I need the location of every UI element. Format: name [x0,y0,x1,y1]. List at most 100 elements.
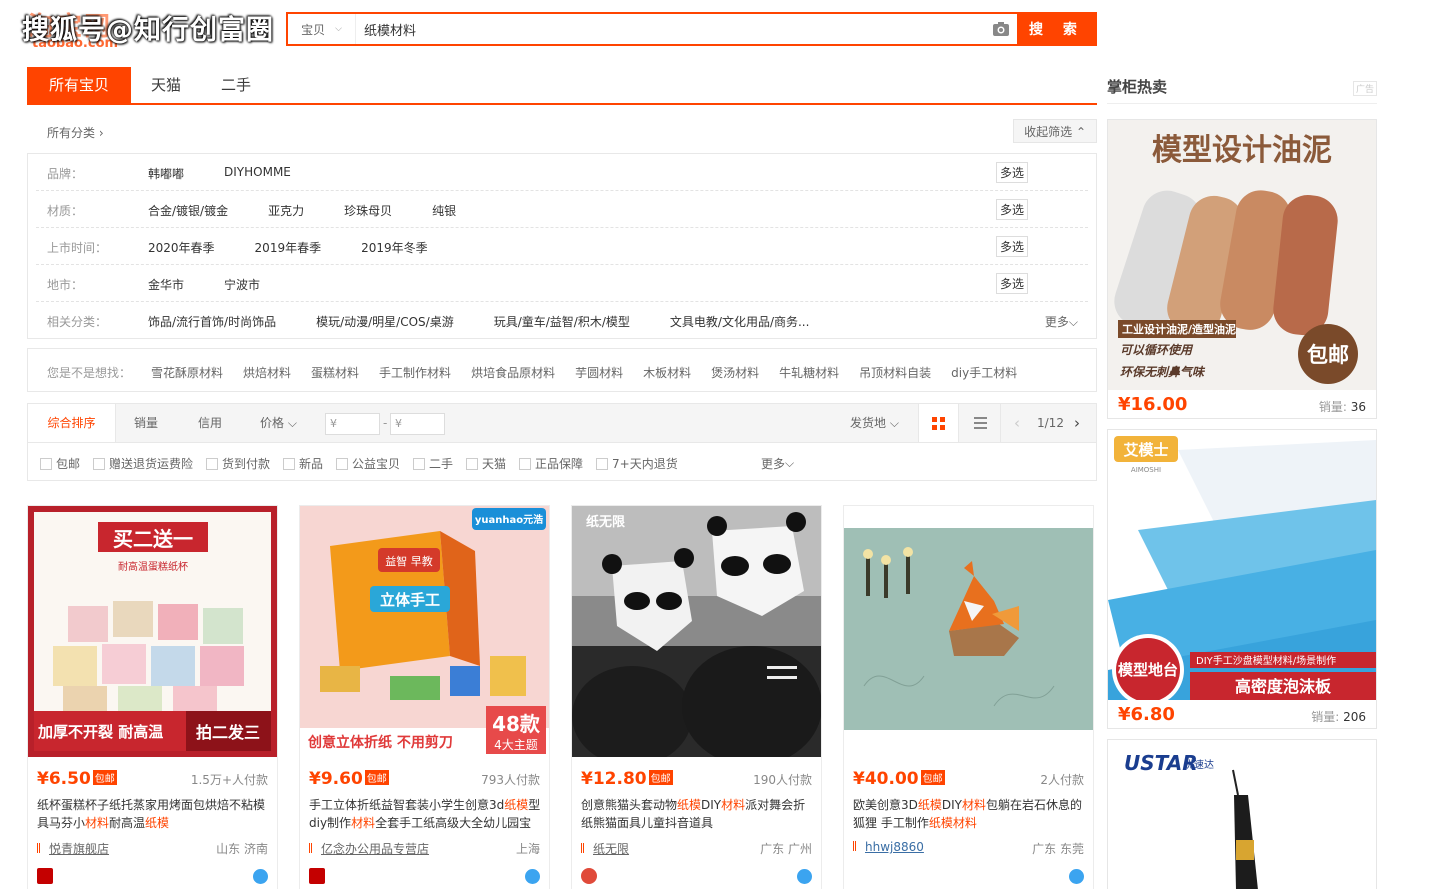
filter-option[interactable]: 韩嘟嘟 [148,165,184,182]
prev-page-icon[interactable]: ‹ [1014,404,1020,442]
filter-option[interactable]: 宁波市 [224,276,260,293]
sort-sales[interactable]: 销量 [134,404,158,442]
price-min-input[interactable]: ¥ [325,413,380,435]
chevron-down-icon: ⌵ [335,24,342,34]
filter-checkbox[interactable]: 包邮 [40,455,80,472]
multi-select-button[interactable]: 多选 [995,162,1028,183]
filter-option[interactable]: 玩具/童车/益智/积木/模型 [494,313,630,330]
related-link[interactable]: 手工制作材料 [379,364,451,381]
free-shipping-badge: 包邮 [364,770,389,785]
banner-top-text: 买二送一 [113,527,193,551]
filter-checkbox[interactable]: 公益宝贝 [336,455,400,472]
price-max-input[interactable]: ¥ [390,413,445,435]
related-link[interactable]: 芋圆材料 [575,364,623,381]
search-input[interactable] [356,14,985,44]
related-link[interactable]: 吊顶材料自装 [859,364,931,381]
wangwang-icon[interactable] [797,869,812,884]
related-link[interactable]: 牛轧糖材料 [779,364,839,381]
sort-default[interactable]: 综合排序 [28,404,116,442]
filter-option[interactable]: 文具电教/文化用品/商务... [670,313,810,330]
collapse-filter-button[interactable]: 收起筛选 ⌃ [1013,119,1097,143]
product-title[interactable]: 纸杯蛋糕杯子纸托蒸家用烤面包烘焙不粘模具马芬小材料耐高温纸模 [37,796,271,832]
filter-option[interactable]: 纯银 [432,202,456,219]
related-link[interactable]: 雪花酥原材料 [151,364,223,381]
filter-checkbox[interactable]: 天猫 [466,455,506,472]
tab-all[interactable]: 所有宝贝 [27,67,131,103]
filter-option[interactable]: 2020年春季 [148,239,215,256]
filter-checkbox[interactable]: 7+天内退货 [596,455,678,472]
multi-select-button[interactable]: 多选 [995,236,1028,257]
wangwang-icon[interactable] [525,869,540,884]
product-card[interactable]: yuanhao元浩 益智 早教 立体手工 创意立体折纸 不用剪刀 48款 4大主… [299,505,550,889]
filter-option[interactable]: 金华市 [148,276,184,293]
wangwang-icon[interactable] [253,869,268,884]
related-link[interactable]: 烘培食品原材料 [471,364,555,381]
filter-checkbox[interactable]: 正品保障 [519,455,583,472]
filter-option[interactable]: 亚克力 [268,202,304,219]
more-filters-button[interactable]: 更多 ⌵ [761,455,794,472]
product-card[interactable]: 买二送一 耐高温蛋糕纸杯 加厚不开裂 耐高温 拍二发三 ¥6.50 包邮 1.5万… [27,505,278,889]
ad-image[interactable]: USTAR 优速达 [1108,740,1376,889]
more-button[interactable]: 更多⌵ [1045,313,1078,330]
title-part: 手工立体折纸益智套装小学生创意3d [309,798,505,812]
filter-option[interactable]: 合金/镀银/镀金 [148,202,228,219]
filter-option[interactable]: 模玩/动漫/明星/COS/桌游 [316,313,454,330]
next-page-icon[interactable]: › [1074,404,1080,442]
filter-label: 地市： [47,278,84,292]
sort-credit[interactable]: 信用 [198,404,222,442]
filter-checkbox[interactable]: 二手 [413,455,453,472]
related-link[interactable]: 蛋糕材料 [311,364,359,381]
side-ad-foam[interactable]: 艾模士 AIMOSHI 模型地台 DIY手工沙盘模型材料/场景制作 高密度泡沫板… [1107,429,1377,729]
filter-row-city: 地市： 金华市 宁波市 多选 [36,265,1088,302]
related-link[interactable]: 木板材料 [643,364,691,381]
page-indicator: 1/12 [1037,416,1064,430]
tab-tmall[interactable]: 天猫 [131,67,201,103]
product-image[interactable] [844,506,1093,757]
watermark: 搜狐号@知行创富圈 [22,15,274,46]
product-card[interactable]: ¥40.00 包邮 2人付款 欧美创意3D纸模DIY材料包躺在岩石休息的狐狸 手工… [843,505,1094,889]
ship-from-dropdown[interactable]: 发货地 ⌵ [850,404,899,442]
list-view-button[interactable] [960,404,1001,442]
tab-second-hand[interactable]: 二手 [201,67,271,103]
filter-option[interactable]: 饰品/流行首饰/时尚饰品 [148,313,276,330]
product-title[interactable]: 欧美创意3D纸模DIY材料包躺在岩石休息的狐狸 手工制作纸模材料 [853,796,1087,832]
product-image[interactable]: 纸无限 [572,506,821,757]
filter-option[interactable]: 2019年冬季 [361,239,428,256]
product-image[interactable]: 买二送一 耐高温蛋糕纸杯 加厚不开裂 耐高温 拍二发三 [28,506,277,757]
related-link[interactable]: diy手工材料 [951,364,1017,381]
shop-link[interactable]: 悦青旗舰店 [37,840,109,857]
ad-sold: 销量: 36 [1319,398,1366,415]
ad-image[interactable]: 模型设计油泥 工业设计油泥/造型油泥 可以循环使用 环保无刺鼻气味 包邮 [1108,120,1376,390]
related-link[interactable]: 烘焙材料 [243,364,291,381]
side-ad-clay[interactable]: 模型设计油泥 工业设计油泥/造型油泥 可以循环使用 环保无刺鼻气味 包邮 ¥16… [1107,119,1377,419]
grid-view-button[interactable] [918,404,959,442]
product-card[interactable]: 纸无限 ¥12.80 包邮 190人付款 创意熊猫头套动物纸模DIY材料派对舞会折… [571,505,822,889]
sort-price[interactable]: 价格 ⌵ [260,404,297,442]
ad-image[interactable]: 艾模士 AIMOSHI 模型地台 DIY手工沙盘模型材料/场景制作 高密度泡沫板 [1108,430,1376,700]
title-part: 耐高温 [109,816,146,830]
search-category-select[interactable]: 宝贝 ⌵ [288,14,356,44]
product-title[interactable]: 创意熊猫头套动物纸模DIY材料派对舞会折纸熊猫面具儿童抖音道具 [581,796,815,832]
filter-option[interactable]: 2019年春季 [255,239,322,256]
side-ad-knife[interactable]: USTAR 优速达 [1107,739,1377,889]
multi-select-button[interactable]: 多选 [995,273,1028,294]
filter-label: 相关分类： [47,315,108,329]
filter-option[interactable]: 珍珠母贝 [344,202,392,219]
search-button[interactable]: 搜 索 [1017,12,1097,46]
all-category-link[interactable]: 所有分类 › [47,124,104,141]
filter-checkbox[interactable]: 赠送退货运费险 [93,455,193,472]
related-link[interactable]: 煲汤材料 [711,364,759,381]
camera-icon[interactable] [985,14,1017,44]
filter-option[interactable]: DIYHOMME [224,165,291,182]
filter-checkbox[interactable]: 货到付款 [206,455,270,472]
shop-link[interactable]: 纸无限 [581,840,629,857]
shop-link[interactable]: 亿念办公用品专营店 [309,840,429,857]
wangwang-icon[interactable] [1069,869,1084,884]
product-title[interactable]: 手工立体折纸益智套装小学生创意3d纸模型diy制作材料全套手工纸高级大全幼儿园宝 [309,796,543,832]
shop-link[interactable]: hhwj8860 [853,840,924,854]
checkbox-label: 货到付款 [222,457,271,471]
filter-checkbox[interactable]: 新品 [283,455,323,472]
price-dash: - [383,416,388,430]
multi-select-button[interactable]: 多选 [995,199,1028,220]
product-image[interactable]: yuanhao元浩 益智 早教 立体手工 创意立体折纸 不用剪刀 48款 4大主… [300,506,549,757]
